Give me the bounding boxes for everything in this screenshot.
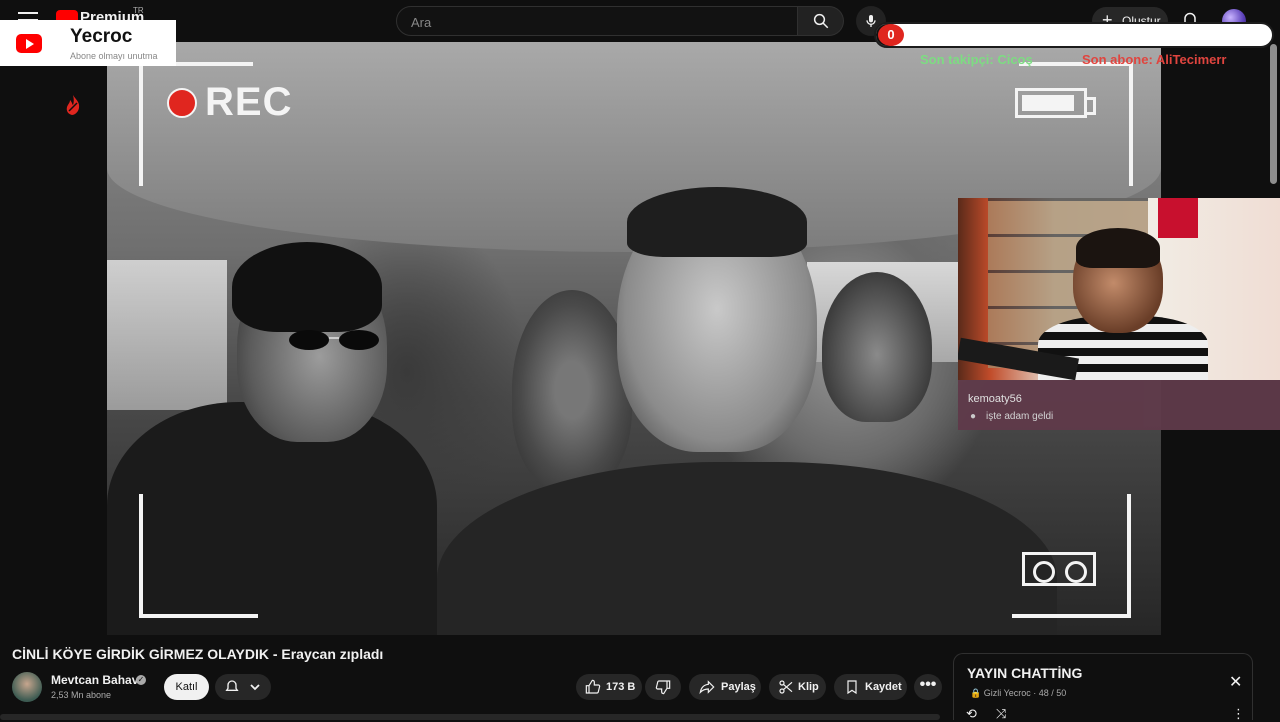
video-person-hair xyxy=(627,187,807,257)
streamer-webcam xyxy=(958,198,1280,380)
share-icon xyxy=(699,680,715,695)
live-chat-panel: YAYIN CHATTİNG 🔒 Gizli Yecroc · 48 / 50 … xyxy=(953,653,1253,721)
streamer-note: Abone olmayı unutma xyxy=(70,51,158,61)
bell-icon xyxy=(225,680,239,691)
chat-popup: kemoaty56 ● işte adam geldi xyxy=(958,380,1280,430)
clip-icon xyxy=(779,680,793,694)
page-scrollbar[interactable] xyxy=(1268,42,1280,202)
clip-label: Klip xyxy=(798,681,819,693)
last-follower: Son takipçi: Cicoş xyxy=(920,52,1033,67)
last-follower-label: Son takipçi: xyxy=(920,52,994,67)
cassette-icon xyxy=(1022,552,1096,586)
video-scene-window xyxy=(107,260,227,410)
live-chat-meta: 🔒 Gizli Yecroc · 48 / 50 xyxy=(970,688,1066,699)
channel-subscribers: 2,53 Mn abone xyxy=(51,690,112,700)
video-title: CİNLİ KÖYE GİRDİK GİRMEZ OLAYDIK - Erayc… xyxy=(12,646,384,662)
video-person xyxy=(437,462,1057,635)
subscriber-goal-current: 0 xyxy=(878,24,904,46)
lock-icon: 🔒 xyxy=(970,688,982,698)
subscriber-goal-target: 2 xyxy=(1256,27,1264,43)
subscriber-goal-bar: SUBSCRIBERS 0 2 xyxy=(874,22,1274,48)
dislike-button[interactable] xyxy=(645,674,681,700)
like-button[interactable]: 173 B xyxy=(576,674,642,700)
search-button[interactable] xyxy=(798,6,844,36)
video-person xyxy=(512,290,632,490)
webcam-flag xyxy=(1158,198,1198,238)
live-chat-title: YAYIN CHATTİNG xyxy=(967,665,1083,681)
chat-popup-user: kemoaty56 xyxy=(968,393,1022,405)
search-input[interactable] xyxy=(409,7,783,37)
sunglasses xyxy=(289,330,379,350)
last-follower-name: Cicoş xyxy=(997,52,1033,67)
subscriber-goal-label: SUBSCRIBERS xyxy=(1022,27,1130,43)
chat-bubble-icon: ● xyxy=(970,411,977,422)
webcam-person-hair xyxy=(1076,228,1160,268)
share-label: Paylaş xyxy=(721,681,756,693)
last-subscriber-label: Son abone: xyxy=(1082,52,1153,67)
save-label: Kaydet xyxy=(865,681,902,693)
last-subscriber-name: AliTecimerr xyxy=(1155,52,1227,67)
more-icon[interactable]: ••• xyxy=(914,674,942,700)
verified-icon: ✓ xyxy=(136,675,146,685)
save-icon xyxy=(847,680,857,695)
notification-button[interactable] xyxy=(215,674,271,700)
clip-button[interactable]: Klip xyxy=(769,674,826,700)
live-chat-meta-text: Gizli Yecroc · 48 / 50 xyxy=(983,688,1067,698)
chat-popup-message: işte adam geldi xyxy=(986,411,1054,422)
channel-name[interactable]: Mevtcan Bahav xyxy=(51,673,138,687)
like-count: 173 B xyxy=(606,681,636,693)
video-person-hair xyxy=(232,242,382,332)
video-person xyxy=(822,272,932,422)
join-button[interactable]: Katıl xyxy=(164,674,209,700)
share-button[interactable]: Paylaş xyxy=(689,674,761,700)
streamer-name-card: Yecroc Abone olmayı unutma xyxy=(52,20,176,66)
search-icon xyxy=(813,13,829,29)
battery-icon xyxy=(1015,88,1096,118)
search-box[interactable] xyxy=(396,6,798,37)
rec-frame-corner xyxy=(1019,62,1133,186)
dislike-icon xyxy=(655,680,671,695)
chevron-down-icon xyxy=(250,684,260,691)
close-icon[interactable]: ✕ xyxy=(1229,672,1242,692)
youtube-play-icon xyxy=(16,34,42,53)
like-icon xyxy=(585,679,601,694)
save-button[interactable]: Kaydet xyxy=(834,674,907,700)
channel-avatar[interactable] xyxy=(12,672,42,702)
rec-dot-icon xyxy=(167,88,197,118)
region-code: TR xyxy=(133,6,144,15)
description-box[interactable] xyxy=(0,714,940,720)
streamer-name: Yecroc xyxy=(70,26,133,47)
rec-frame-corner xyxy=(139,494,258,618)
flame-icon xyxy=(66,95,80,115)
youtube-badge xyxy=(0,20,52,66)
last-subscriber: Son abone: AliTecimerr xyxy=(1082,52,1227,67)
scrollbar-thumb[interactable] xyxy=(1270,44,1277,184)
rec-label: REC xyxy=(205,80,293,124)
